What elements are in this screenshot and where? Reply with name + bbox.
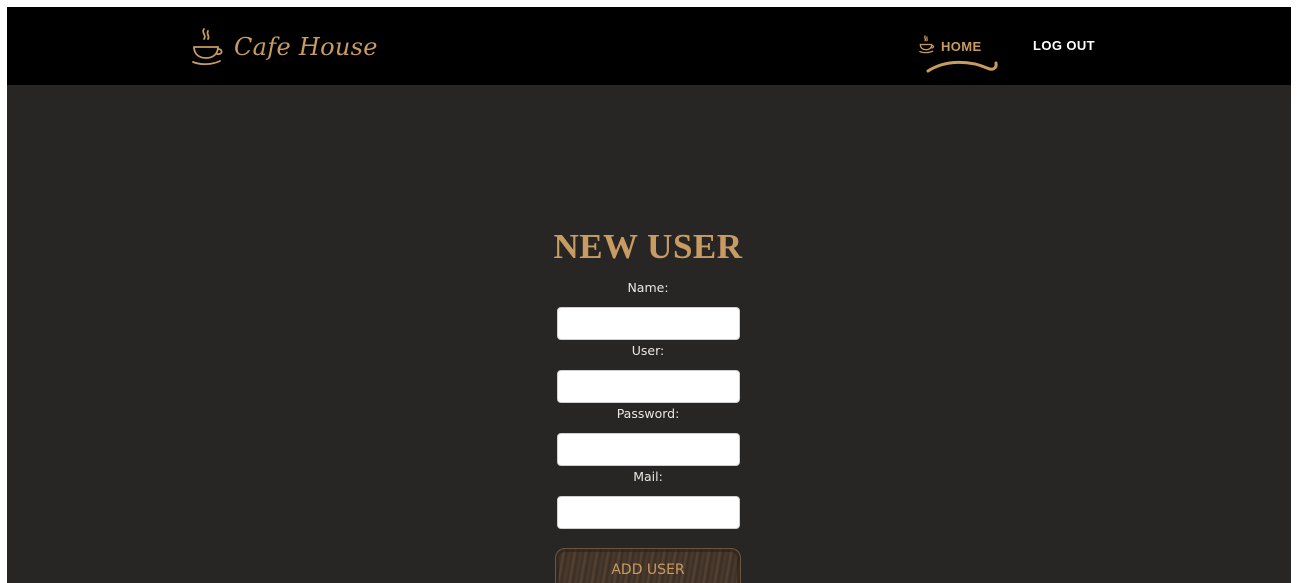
add-user-button[interactable]: ADD USER bbox=[555, 548, 741, 583]
active-underline-swoosh bbox=[925, 54, 999, 80]
mail-label: Mail: bbox=[633, 469, 663, 484]
name-input[interactable] bbox=[556, 307, 740, 340]
brand-name: Cafe House bbox=[234, 33, 378, 61]
top-navbar: Cafe House HOME LOG OUT bbox=[7, 7, 1291, 85]
mail-input[interactable] bbox=[556, 496, 740, 529]
nav-home-label: HOME bbox=[941, 38, 982, 54]
name-label: Name: bbox=[627, 280, 669, 295]
page-frame: Cafe House HOME LOG OUT NEW USER Name: U… bbox=[7, 7, 1291, 583]
coffee-cup-icon bbox=[190, 27, 224, 67]
new-user-form: NEW USER Name: User: Password: Mail: ADD… bbox=[547, 225, 749, 583]
password-input[interactable] bbox=[556, 433, 740, 466]
brand-logo-link[interactable]: Cafe House bbox=[190, 26, 378, 68]
user-input[interactable] bbox=[556, 370, 740, 403]
password-label: Password: bbox=[616, 406, 680, 421]
user-label: User: bbox=[631, 343, 665, 358]
nav-logout-link[interactable]: LOG OUT bbox=[1033, 38, 1095, 53]
form-title: NEW USER bbox=[553, 227, 743, 266]
